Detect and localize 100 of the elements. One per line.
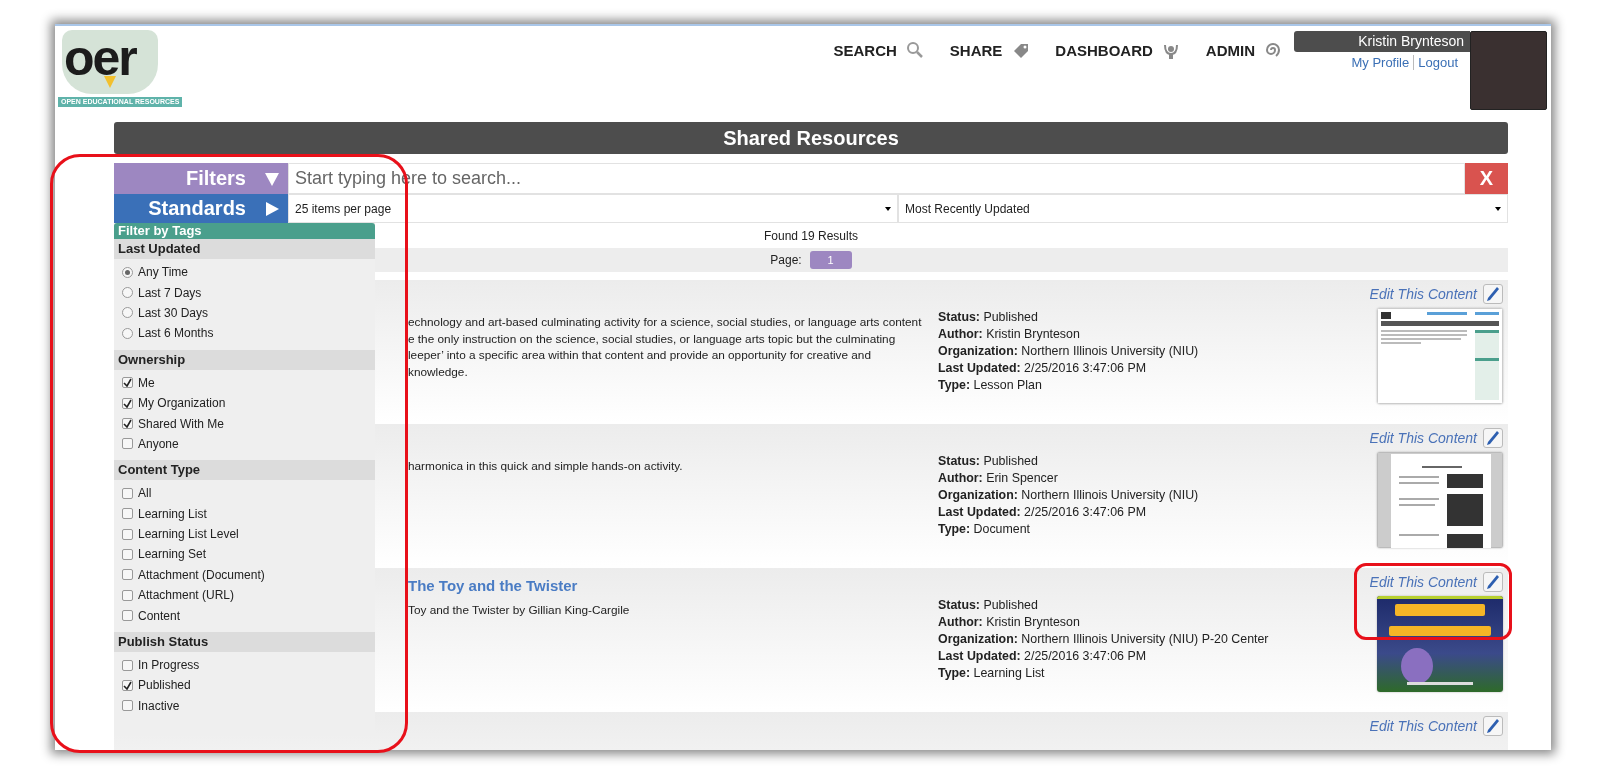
dropdown-caret-icon <box>1495 206 1501 211</box>
filter-option-label: Any Time <box>138 265 188 280</box>
checkbox[interactable] <box>122 487 133 499</box>
dropdown-caret-icon <box>885 206 891 211</box>
metadata-text: Type: Document <box>938 521 1032 538</box>
pagination-label: Page: <box>770 253 802 267</box>
result-description: leeper’ into a specific area within that content and provide an opportunity for creative and <box>408 347 871 364</box>
checkbox[interactable] <box>122 589 133 601</box>
metadata-text: Status: Published <box>938 309 1039 326</box>
checkbox[interactable] <box>122 438 133 450</box>
checkmark-icon <box>123 680 132 690</box>
checkbox[interactable] <box>122 610 133 622</box>
filter-panel-title: Filter by Tags <box>114 223 375 239</box>
filter-option-label: Learning List Level <box>138 527 239 542</box>
filter-option-label: Content <box>138 608 181 623</box>
checkbox[interactable] <box>122 569 133 581</box>
filter-option-label: Attachment (URL) <box>138 588 235 603</box>
checkbox[interactable] <box>122 377 133 389</box>
filter-option-label: Attachment (Document) <box>138 567 265 582</box>
filter-option-label: My Organization <box>138 396 226 411</box>
metadata-text: Type: Learning List <box>938 665 1046 682</box>
metadata-text: Last Updated: 2/25/2016 3:47:06 PM <box>938 504 1147 521</box>
checkbox[interactable] <box>122 508 133 520</box>
result-description: knowledge. <box>408 363 468 380</box>
search-icon <box>905 41 924 59</box>
result-description: harmonica in this quick and simple hands-on activity. <box>408 458 683 475</box>
radio-button[interactable] <box>122 287 133 299</box>
pencil-icon <box>1486 430 1500 446</box>
metadata-text: Organization: Northern Illinois University (NIU) P-20 Center <box>938 631 1270 648</box>
filter-option-label: Learning Set <box>138 547 207 562</box>
user-link[interactable]: My Profile <box>1347 55 1414 70</box>
filter-option-label: In Progress <box>138 658 200 673</box>
right-triangle-icon <box>264 200 280 217</box>
edit-content-link[interactable]: Edit This Content <box>1369 718 1477 734</box>
result-description: Toy and the Twister by Gillian King-Cargile <box>408 602 630 619</box>
radio-button[interactable] <box>122 307 133 319</box>
edit-button[interactable] <box>1483 284 1503 304</box>
pencil-icon <box>1486 286 1500 302</box>
filter-option-label: Shared With Me <box>138 416 225 431</box>
filter-option-label: Last 7 Days <box>138 285 202 300</box>
filter-option-label: Published <box>138 678 191 693</box>
metadata-text: Type: Lesson Plan <box>938 377 1043 394</box>
filter-option-label: Last 6 Months <box>138 326 214 341</box>
nav-link[interactable]: DASHBOARD <box>1055 41 1180 59</box>
checkbox[interactable] <box>122 528 133 540</box>
metadata-text: Organization: Northern Illinois University (NIU) <box>938 487 1200 504</box>
filter-option-label: Inactive <box>138 698 180 713</box>
filter-group-heading: Last Updated <box>114 239 375 259</box>
checkmark-icon <box>123 419 132 429</box>
clear-search-button[interactable]: X <box>1465 163 1508 194</box>
filter-toggle-button[interactable]: Standards <box>114 194 288 223</box>
filter-group-heading: Publish Status <box>114 631 375 652</box>
checkbox[interactable] <box>122 700 133 712</box>
edit-button[interactable] <box>1483 572 1503 592</box>
page-button[interactable]: 1 <box>809 251 852 269</box>
page-title: Shared Resources <box>114 122 1508 154</box>
filter-group-heading: Ownership <box>114 349 375 370</box>
pencil-icon <box>1486 574 1500 590</box>
metadata-text: Last Updated: 2/25/2016 3:47:06 PM <box>938 648 1147 665</box>
user-name: Kristin Brynteson <box>1294 31 1470 52</box>
radio-button[interactable] <box>122 327 133 339</box>
filter-group-heading: Content Type <box>114 460 375 481</box>
user-link[interactable]: Logout <box>1413 55 1462 70</box>
edit-button[interactable] <box>1483 428 1503 448</box>
metadata-text: Author: Kristin Brynteson <box>938 614 1081 631</box>
metadata-text: Author: Erin Spencer <box>938 470 1059 487</box>
spiral-icon <box>1264 41 1282 59</box>
metadata-text: Author: Kristin Brynteson <box>938 326 1081 343</box>
radio-button[interactable] <box>122 266 133 278</box>
nav-link[interactable]: SEARCH <box>833 41 924 59</box>
filter-option-label: Me <box>138 375 155 390</box>
filter-toggle-button[interactable]: Filters <box>114 163 288 194</box>
checkbox[interactable] <box>122 397 133 409</box>
edit-button[interactable] <box>1483 716 1503 736</box>
nav-link[interactable]: SHARE <box>949 41 1030 59</box>
checkbox[interactable] <box>122 679 133 691</box>
filter-option-label: All <box>138 486 152 501</box>
metadata-text: Last Updated: 2/25/2016 3:47:06 PM <box>938 360 1147 377</box>
dropdown[interactable]: 25 items per page <box>288 194 898 223</box>
edit-content-link[interactable]: Edit This Content <box>1369 430 1477 446</box>
checkbox[interactable] <box>122 418 133 430</box>
metadata-text: Organization: Northern Illinois University (NIU) <box>938 343 1200 360</box>
edit-content-link[interactable]: Edit This Content <box>1369 286 1477 302</box>
filter-option-label: Learning List <box>138 506 207 521</box>
filter-option-label: Last 30 Days <box>138 305 209 320</box>
checkbox[interactable] <box>122 549 133 560</box>
edit-content-link[interactable]: Edit This Content <box>1369 574 1477 590</box>
logo: oer <box>62 30 158 94</box>
result-description: echnology and art-based culminating activity for a science, social studies, or language arts content <box>408 314 922 331</box>
checkbox[interactable] <box>122 659 133 671</box>
nav-link[interactable]: ADMIN <box>1205 41 1282 59</box>
result-description: e the only instruction on the science, social studies, or language arts topic but the culminating <box>408 330 896 347</box>
metadata-text: Status: Published <box>938 597 1039 614</box>
pencil-icon <box>1486 718 1500 734</box>
filter-option-label: Anyone <box>138 436 179 451</box>
down-triangle-icon <box>264 170 280 187</box>
result-title-link[interactable]: The Toy and the Twister <box>408 577 578 594</box>
dropdown[interactable]: Most Recently Updated <box>898 194 1508 223</box>
results-count: Found 19 Results <box>763 229 859 243</box>
metadata-text: Status: Published <box>938 453 1039 470</box>
